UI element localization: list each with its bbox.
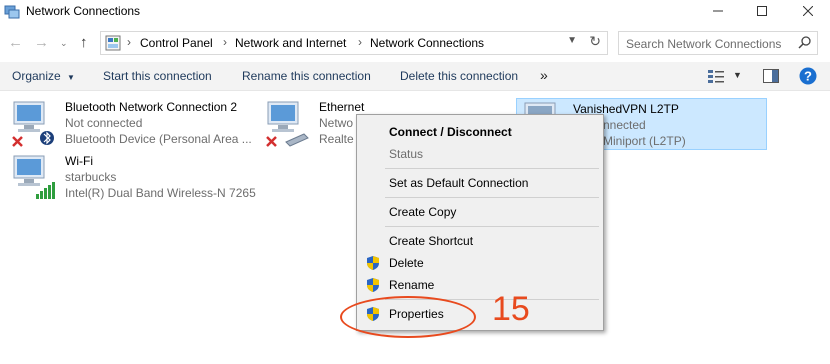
minimize-button[interactable] <box>704 2 732 20</box>
ethernet-adapter-icon <box>266 101 309 147</box>
connection-device: Realte <box>319 132 354 146</box>
menu-separator <box>385 197 599 198</box>
wifi-adapter-icon <box>13 155 55 199</box>
uac-shield-icon <box>367 278 379 292</box>
network-connections-icon <box>4 5 20 19</box>
breadcrumb-separator: › <box>223 35 227 49</box>
menu-item-rename[interactable]: Rename <box>389 278 434 292</box>
search-icon[interactable] <box>798 35 812 49</box>
help-icon[interactable]: ? <box>799 67 817 85</box>
close-button[interactable] <box>794 2 822 20</box>
connection-name: Ethernet <box>319 100 365 114</box>
refresh-icon[interactable]: ↻ <box>589 33 601 50</box>
connection-item-bluetooth[interactable]: Bluetooth Network Connection 2 Not conne… <box>10 98 260 148</box>
connection-status: Not connected <box>65 116 143 130</box>
preview-pane-icon[interactable] <box>763 69 779 83</box>
menu-separator <box>385 226 599 227</box>
connection-device: Miniport (L2TP) <box>603 134 686 148</box>
menu-separator <box>385 168 599 169</box>
title-bar: Network Connections <box>0 0 830 24</box>
network-adapter-icon <box>12 101 54 147</box>
back-button[interactable]: ← <box>8 34 23 51</box>
minimize-icon <box>713 10 723 12</box>
maximize-button[interactable] <box>748 2 776 20</box>
maximize-icon <box>757 6 767 16</box>
connection-name: Wi-Fi <box>65 154 93 168</box>
breadcrumb-separator: › <box>358 35 362 49</box>
breadcrumb-network-connections[interactable]: Network Connections <box>370 36 484 50</box>
chevron-down-icon[interactable]: ▼ <box>567 35 577 46</box>
search-box[interactable] <box>618 31 818 55</box>
breadcrumb-separator: › <box>127 35 131 49</box>
menu-item-delete[interactable]: Delete <box>389 256 424 270</box>
connection-status: nnected <box>603 118 646 132</box>
highlight-ellipse <box>340 296 476 338</box>
address-row: ← → ⌄ ↑ › Control Panel › Network and In… <box>0 30 830 56</box>
command-bar: Organize ▼ Start this connection Rename … <box>0 62 830 91</box>
organize-label: Organize <box>12 69 61 83</box>
menu-item-create-copy[interactable]: Create Copy <box>389 205 456 219</box>
connection-device: Bluetooth Device (Personal Area ... <box>65 132 252 146</box>
connection-status: starbucks <box>65 170 117 184</box>
rename-connection-button[interactable]: Rename this connection <box>242 69 371 83</box>
step-number: 15 <box>492 290 530 328</box>
change-view-icon[interactable] <box>708 69 724 83</box>
forward-button[interactable]: → <box>34 34 49 51</box>
uac-shield-icon <box>367 256 379 270</box>
address-bar[interactable]: › Control Panel › Network and Internet ›… <box>100 31 608 55</box>
menu-item-set-default[interactable]: Set as Default Connection <box>389 176 528 190</box>
connection-status: Netwo <box>319 116 354 130</box>
menu-item-connect-disconnect[interactable]: Connect / Disconnect <box>389 125 512 139</box>
connection-name: Bluetooth Network Connection 2 <box>65 100 238 114</box>
recent-locations-button[interactable]: ⌄ <box>60 38 68 49</box>
up-button[interactable]: ↑ <box>80 34 88 51</box>
organize-button[interactable]: Organize ▼ <box>12 69 75 83</box>
view-options-caret-icon[interactable]: ▼ <box>733 70 742 80</box>
close-icon <box>803 6 813 16</box>
start-connection-button[interactable]: Start this connection <box>103 69 212 83</box>
caret-down-icon: ▼ <box>67 73 75 82</box>
connection-item-wifi[interactable]: Wi-Fi starbucks Intel(R) Dual Band Wirel… <box>10 152 270 202</box>
delete-connection-button[interactable]: Delete this connection <box>400 69 518 83</box>
window-title: Network Connections <box>26 4 141 18</box>
breadcrumb-network-and-internet[interactable]: Network and Internet <box>235 36 346 50</box>
connection-device: Intel(R) Dual Band Wireless-N 7265 <box>65 186 256 200</box>
menu-item-create-shortcut[interactable]: Create Shortcut <box>389 234 473 248</box>
menu-item-status: Status <box>389 147 424 161</box>
control-panel-icon <box>105 35 121 51</box>
search-input[interactable] <box>624 35 798 53</box>
more-options-button[interactable]: » <box>540 67 548 83</box>
svg-text:?: ? <box>804 69 812 84</box>
breadcrumb-control-panel[interactable]: Control Panel <box>140 36 213 50</box>
